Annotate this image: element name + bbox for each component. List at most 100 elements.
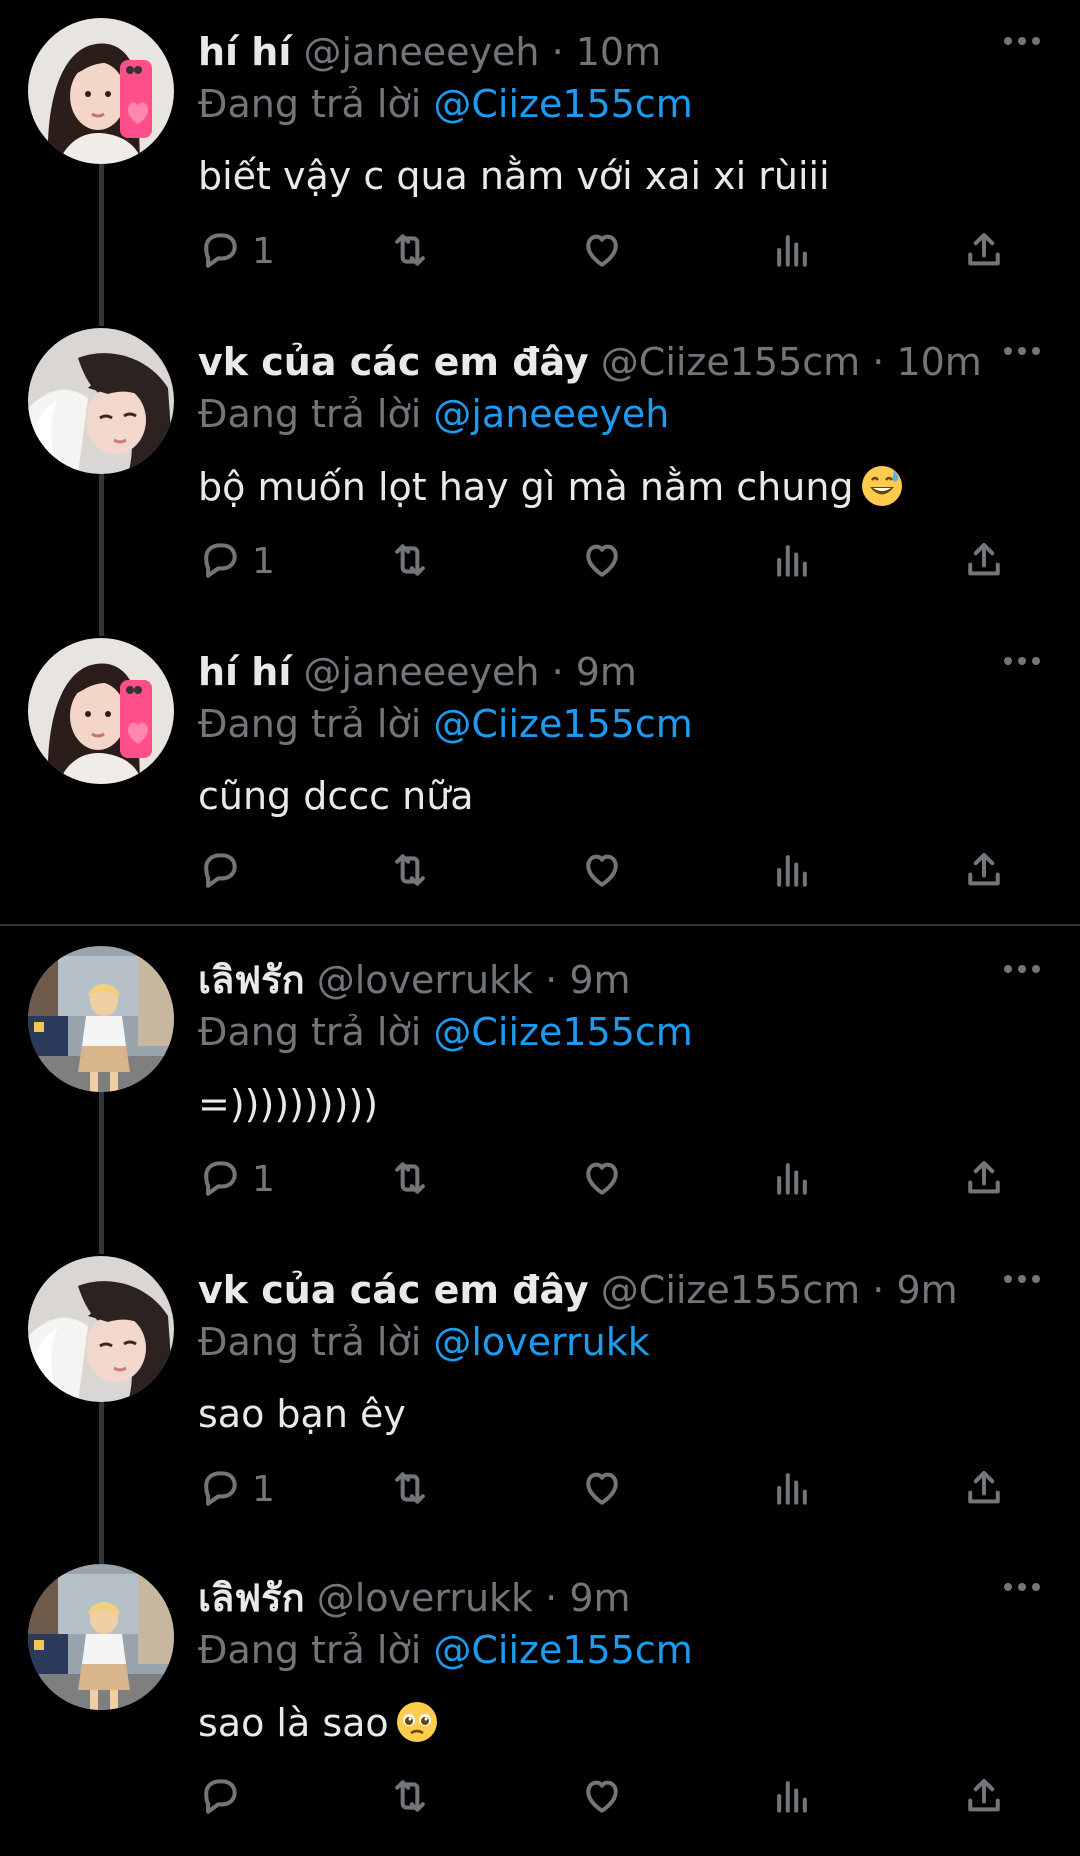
avatar-girl-pink-phone[interactable] bbox=[28, 18, 174, 164]
display-name[interactable]: เลิฟรัก bbox=[198, 1576, 305, 1620]
timestamp[interactable]: 10m bbox=[576, 30, 661, 74]
display-name[interactable]: hí hí bbox=[198, 30, 291, 74]
more-icon[interactable] bbox=[1000, 646, 1044, 676]
more-icon[interactable] bbox=[1000, 954, 1044, 984]
share-button[interactable] bbox=[962, 538, 1006, 588]
tweet-actions: 1 bbox=[198, 538, 1018, 588]
avatar-girl-street[interactable] bbox=[28, 946, 174, 1092]
views-icon bbox=[770, 1774, 814, 1818]
views-button[interactable] bbox=[770, 848, 814, 898]
share-button[interactable] bbox=[962, 1466, 1006, 1516]
tweet[interactable]: vk của các em đây @Ciize155cm · 10m Đang… bbox=[0, 310, 1080, 620]
like-button[interactable] bbox=[580, 848, 624, 898]
user-handle[interactable]: @Ciize155cm bbox=[601, 1268, 860, 1312]
reply-count: 1 bbox=[252, 231, 275, 272]
reply-feed: hí hí @janeeeyeh · 10m Đang trả lời @Cii… bbox=[0, 0, 1080, 1830]
avatar-girl-pink-phone[interactable] bbox=[28, 638, 174, 784]
tweet-text: sao bạn êy bbox=[198, 1392, 406, 1436]
timestamp[interactable]: 9m bbox=[896, 1268, 957, 1312]
views-icon bbox=[770, 848, 814, 892]
separator-dot: · bbox=[860, 1268, 897, 1312]
reply-button[interactable]: 1 bbox=[198, 228, 275, 278]
heart-icon bbox=[580, 848, 624, 892]
like-button[interactable] bbox=[580, 538, 624, 588]
user-handle[interactable]: @Ciize155cm bbox=[601, 340, 860, 384]
user-handle[interactable]: @loverrukk bbox=[317, 958, 533, 1002]
timestamp[interactable]: 10m bbox=[896, 340, 981, 384]
retweet-button[interactable] bbox=[388, 1774, 432, 1824]
tweet[interactable]: hí hí @janeeeyeh · 9m Đang trả lời @Ciiz… bbox=[0, 620, 1080, 930]
user-handle[interactable]: @janeeeyeh bbox=[303, 30, 539, 74]
retweet-button[interactable] bbox=[388, 538, 432, 588]
timestamp[interactable]: 9m bbox=[576, 650, 637, 694]
views-button[interactable] bbox=[770, 1774, 814, 1824]
reply-mention-link[interactable]: @loverrukk bbox=[433, 1320, 649, 1364]
heart-icon bbox=[580, 1774, 624, 1818]
reply-mention-link[interactable]: @Ciize155cm bbox=[433, 702, 692, 746]
share-icon bbox=[962, 1774, 1006, 1818]
separator-dot: · bbox=[539, 650, 576, 694]
heart-icon bbox=[580, 538, 624, 582]
tweet-text-content: bộ muốn lọt hay gì mà nằm chung bbox=[198, 465, 854, 509]
retweet-button[interactable] bbox=[388, 1466, 432, 1516]
avatar-girl-lying[interactable] bbox=[28, 328, 174, 474]
like-button[interactable] bbox=[580, 1774, 624, 1824]
replying-to: Đang trả lời @Ciize155cm bbox=[198, 702, 693, 746]
display-name[interactable]: เลิฟรัก bbox=[198, 958, 305, 1002]
timestamp[interactable]: 9m bbox=[569, 1576, 630, 1620]
reply-mention-link[interactable]: @Ciize155cm bbox=[433, 1628, 692, 1672]
tweet[interactable]: vk của các em đây @Ciize155cm · 9m Đang … bbox=[0, 1238, 1080, 1548]
more-icon[interactable] bbox=[1000, 1264, 1044, 1294]
like-button[interactable] bbox=[580, 228, 624, 278]
retweet-button[interactable] bbox=[388, 228, 432, 278]
like-button[interactable] bbox=[580, 1156, 624, 1206]
share-button[interactable] bbox=[962, 228, 1006, 278]
display-name[interactable]: hí hí bbox=[198, 650, 291, 694]
retweet-button[interactable] bbox=[388, 1156, 432, 1206]
reply-mention-link[interactable]: @Ciize155cm bbox=[433, 82, 692, 126]
separator-dot: · bbox=[860, 340, 897, 384]
reply-button[interactable] bbox=[198, 1774, 242, 1824]
avatar-girl-lying[interactable] bbox=[28, 1256, 174, 1402]
more-icon[interactable] bbox=[1000, 1572, 1044, 1602]
reply-button[interactable]: 1 bbox=[198, 1466, 275, 1516]
reply-count: 1 bbox=[252, 541, 275, 582]
views-button[interactable] bbox=[770, 538, 814, 588]
like-button[interactable] bbox=[580, 1466, 624, 1516]
timestamp[interactable]: 9m bbox=[569, 958, 630, 1002]
reply-button[interactable]: 1 bbox=[198, 538, 275, 588]
reply-count: 1 bbox=[252, 1159, 275, 1200]
reply-mention-link[interactable]: @Ciize155cm bbox=[433, 1010, 692, 1054]
retweet-button[interactable] bbox=[388, 848, 432, 898]
share-button[interactable] bbox=[962, 1156, 1006, 1206]
tweet-header: vk của các em đây @Ciize155cm · 9m bbox=[198, 1268, 958, 1312]
tweet-actions bbox=[198, 1774, 1018, 1824]
display-name[interactable]: vk của các em đây bbox=[198, 1268, 589, 1312]
views-button[interactable] bbox=[770, 1156, 814, 1206]
display-name[interactable]: vk của các em đây bbox=[198, 340, 589, 384]
reply-icon bbox=[198, 848, 242, 892]
separator-dot: · bbox=[533, 958, 570, 1002]
reply-mention-link[interactable]: @janeeeyeh bbox=[433, 392, 669, 436]
pleading-face-emoji bbox=[389, 1701, 439, 1745]
reply-icon bbox=[198, 538, 242, 582]
more-icon[interactable] bbox=[1000, 336, 1044, 366]
tweet-actions: 1 bbox=[198, 228, 1018, 278]
share-icon bbox=[962, 538, 1006, 582]
share-button[interactable] bbox=[962, 848, 1006, 898]
views-icon bbox=[770, 1466, 814, 1510]
tweet-header: hí hí @janeeeyeh · 10m bbox=[198, 30, 661, 74]
avatar-girl-street[interactable] bbox=[28, 1564, 174, 1710]
tweet[interactable]: เลิฟรัก @loverrukk · 9m Đang trả lời @Ci… bbox=[0, 928, 1080, 1238]
retweet-icon bbox=[388, 1774, 432, 1818]
user-handle[interactable]: @loverrukk bbox=[317, 1576, 533, 1620]
reply-button[interactable]: 1 bbox=[198, 1156, 275, 1206]
reply-button[interactable] bbox=[198, 848, 242, 898]
tweet[interactable]: hí hí @janeeeyeh · 10m Đang trả lời @Cii… bbox=[0, 0, 1080, 310]
tweet[interactable]: เลิฟรัก @loverrukk · 9m Đang trả lời @Ci… bbox=[0, 1546, 1080, 1856]
views-button[interactable] bbox=[770, 228, 814, 278]
share-button[interactable] bbox=[962, 1774, 1006, 1824]
views-button[interactable] bbox=[770, 1466, 814, 1516]
more-icon[interactable] bbox=[1000, 26, 1044, 56]
user-handle[interactable]: @janeeeyeh bbox=[303, 650, 539, 694]
